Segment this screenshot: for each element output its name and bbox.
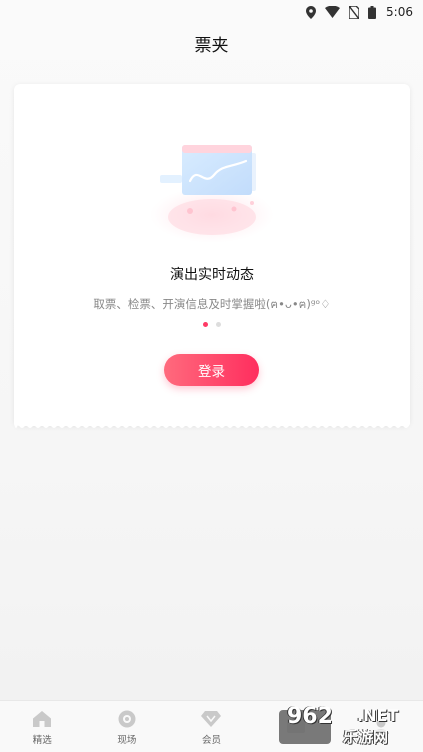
home-icon (33, 710, 52, 727)
status-bar: 5:06 (0, 0, 423, 24)
login-button[interactable]: 登录 (164, 354, 259, 386)
tab-live[interactable]: 现场 (85, 701, 170, 752)
no-sim-icon (349, 5, 360, 19)
diamond-icon (201, 710, 222, 727)
watermark-subtitle: 乐游网 (343, 728, 389, 746)
tab-featured[interactable]: 精选 (0, 701, 85, 752)
battery-icon (368, 5, 377, 19)
pager-dot-active[interactable] (203, 322, 208, 327)
eye-icon (118, 710, 136, 727)
status-time: 5:06 (386, 5, 413, 19)
pager-dots (14, 322, 410, 327)
card-scalloped-edge (14, 420, 410, 428)
tab-member[interactable]: 会员 (169, 701, 254, 752)
slide-title: 演出实时动态 (170, 267, 254, 283)
tab-label: 精选 (32, 734, 52, 746)
empty-state-card: 演出实时动态 取票、检票、开演信息及时掌握啦(ฅ•ᴗ•ฅ)ᵍᵒ♢ 登录 (14, 84, 410, 426)
watermark-number: 962 (287, 704, 333, 729)
pager-dot[interactable] (216, 322, 221, 327)
tab-label: 现场 (117, 734, 137, 746)
site-watermark: 962 .NET 乐游网 (279, 704, 419, 748)
page-title: 票夹 (194, 36, 229, 56)
tab-label: 会员 (201, 734, 221, 746)
live-updates-illustration-icon (150, 145, 274, 243)
slide-description: 取票、检票、开演信息及时掌握啦(ฅ•ᴗ•ฅ)ᵍᵒ♢ (93, 297, 331, 311)
location-icon (306, 5, 317, 19)
wifi-icon (325, 6, 341, 18)
watermark-domain: .NET (357, 706, 399, 725)
